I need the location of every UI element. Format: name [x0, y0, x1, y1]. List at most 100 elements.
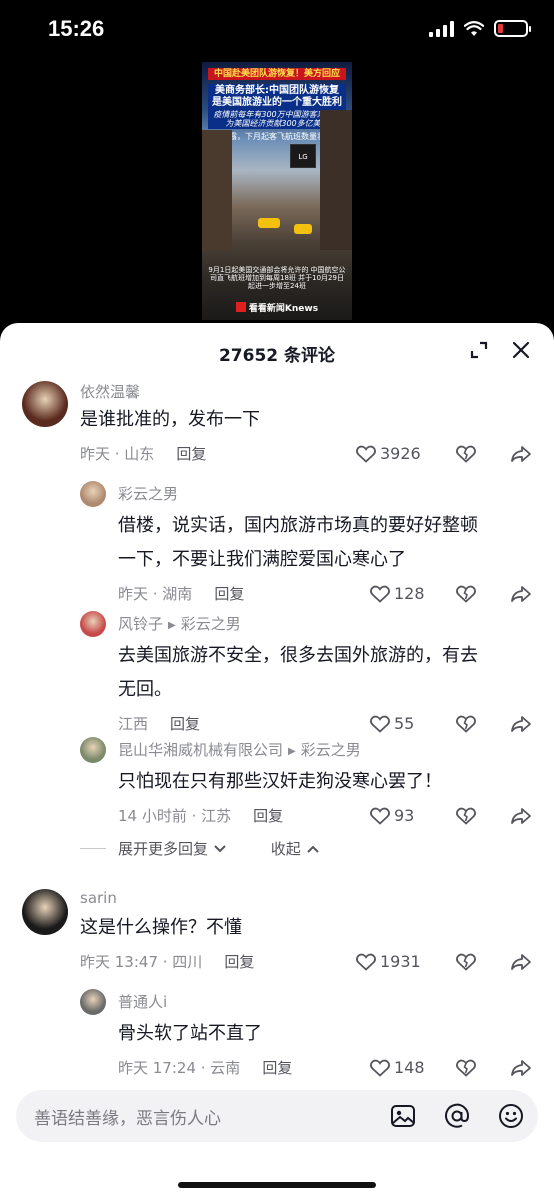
comment-text: 无回。: [118, 679, 172, 700]
home-indicator: [178, 1182, 376, 1188]
reply-button[interactable]: 回复: [224, 953, 254, 971]
avatar[interactable]: [22, 381, 68, 427]
comment-meta: 昨天 · 山东 回复: [80, 443, 206, 464]
comment-text: 骨头软了站不直了: [118, 1023, 262, 1044]
comment-time-location: 昨天 · 湖南: [118, 585, 193, 603]
reply-button[interactable]: 回复: [262, 1059, 292, 1077]
dislike-icon[interactable]: [456, 445, 476, 467]
dislike-icon[interactable]: [456, 953, 476, 975]
reply-to-username[interactable]: 彩云之男: [301, 741, 361, 759]
avatar[interactable]: [80, 481, 106, 507]
comment-sheet-header: 27652 条评论: [0, 323, 554, 379]
comment-meta: 昨天 13:47 · 四川 回复: [80, 951, 254, 972]
comment-time-location: 昨天 · 山东: [80, 445, 155, 463]
like-button[interactable]: 93: [370, 806, 414, 825]
comment-time-location: 昨天 13:47 · 四川: [80, 953, 203, 971]
heart-icon: [370, 715, 390, 733]
like-button[interactable]: 1931: [356, 952, 421, 971]
comment-text: 只怕现在只有那些汉奸走狗没寒心罢了！: [118, 771, 442, 792]
billboard-sign: LG: [290, 144, 316, 168]
expand-more-replies-button[interactable]: 展开更多回复: [118, 838, 227, 859]
comment-meta: 江西 回复: [118, 713, 200, 734]
wifi-icon: [464, 20, 484, 36]
comment-username[interactable]: sarin: [80, 889, 117, 907]
video-headline: 美商务部长:中国团队游恢复 是美国旅游业的一个重大胜利: [208, 84, 346, 109]
expand-icon[interactable]: [468, 339, 490, 361]
dislike-icon[interactable]: [456, 715, 476, 737]
reply-arrow-icon: ▶: [288, 746, 296, 757]
divider: [80, 848, 106, 849]
heart-icon: [370, 807, 390, 825]
comment-meta: 昨天 · 湖南 回复: [118, 583, 244, 604]
share-icon[interactable]: [510, 445, 532, 467]
dislike-icon[interactable]: [456, 585, 476, 607]
comment-text: 是谁批准的，发布一下: [80, 409, 260, 430]
like-count: 128: [394, 584, 425, 603]
comment-meta: 昨天 17:24 · 云南 回复: [118, 1057, 292, 1078]
dislike-icon[interactable]: [456, 807, 476, 829]
comment-text: 借楼，说实话，国内旅游市场真的要好好整顿: [118, 515, 478, 536]
reply-controls: 展开更多回复 收起: [80, 838, 320, 859]
dislike-icon[interactable]: [456, 1059, 476, 1081]
username-text[interactable]: 风铃子: [118, 615, 163, 633]
share-icon[interactable]: [510, 953, 532, 975]
reply-button[interactable]: 回复: [214, 585, 244, 603]
heart-icon: [370, 1059, 390, 1077]
comment-username[interactable]: 彩云之男: [118, 483, 178, 504]
status-bar: 15:26: [0, 0, 554, 62]
reply-button[interactable]: 回复: [176, 445, 206, 463]
comment-text: 一下，不要让我们满腔爱国心寒心了: [118, 549, 406, 570]
like-count: 55: [394, 714, 415, 733]
reply-button[interactable]: 回复: [253, 807, 283, 825]
comment-text: 这是什么操作？不懂: [80, 917, 242, 938]
brand-name: 看看新闻Knews: [248, 304, 319, 314]
username-text[interactable]: sarin: [80, 889, 117, 907]
collapse-replies-button[interactable]: 收起: [271, 838, 320, 859]
image-icon[interactable]: [390, 1103, 416, 1129]
avatar[interactable]: [80, 989, 106, 1015]
like-count: 93: [394, 806, 415, 825]
comment-username[interactable]: 昆山华湘威机械有限公司 ▶ 彩云之男: [118, 739, 361, 760]
comment-time-location: 江西: [118, 715, 149, 733]
share-icon[interactable]: [510, 1059, 532, 1081]
comment-text: 去美国旅游不安全，很多去国外旅游的，有去: [118, 645, 478, 666]
comment-username[interactable]: 风铃子 ▶ 彩云之男: [118, 613, 241, 634]
heart-icon: [356, 953, 376, 971]
username-text[interactable]: 昆山华湘威机械有限公司: [118, 741, 283, 759]
comment-sheet: 27652 条评论 依然温馨 是谁批准的，发布一下 昨天 · 山东 回复 3926 彩云之…: [0, 323, 554, 1200]
username-text[interactable]: 依然温馨: [80, 383, 140, 401]
comment-time-location: 昨天 17:24 · 云南: [118, 1059, 241, 1077]
emoji-icon[interactable]: [498, 1103, 524, 1129]
comment-username[interactable]: 普通人i: [118, 991, 167, 1012]
battery-icon: [494, 20, 531, 37]
status-time: 15:26: [48, 16, 105, 41]
like-button[interactable]: 55: [370, 714, 414, 733]
like-button[interactable]: 3926: [356, 444, 421, 463]
comment-time-location: 14 小时前 · 江苏: [118, 807, 232, 825]
comment-input[interactable]: 善语结善缘，恶言伤人心: [16, 1090, 538, 1142]
username-text[interactable]: 普通人i: [118, 993, 167, 1011]
share-icon[interactable]: [510, 585, 532, 607]
reply-to-username[interactable]: 彩云之男: [181, 615, 241, 633]
cellular-signal-icon: [429, 20, 454, 37]
share-icon[interactable]: [510, 807, 532, 829]
reply-button[interactable]: 回复: [170, 715, 200, 733]
avatar[interactable]: [80, 611, 106, 637]
comment-input-placeholder: 善语结善缘，恶言伤人心: [34, 1109, 221, 1129]
heart-icon: [356, 445, 376, 463]
like-button[interactable]: 148: [370, 1058, 425, 1077]
avatar[interactable]: [22, 889, 68, 935]
like-button[interactable]: 128: [370, 584, 425, 603]
mention-icon[interactable]: [444, 1103, 470, 1129]
like-count: 148: [394, 1058, 425, 1077]
share-icon[interactable]: [510, 715, 532, 737]
username-text[interactable]: 彩云之男: [118, 485, 178, 503]
video-banner-top: 中国赴美团队游恢复！美方回应: [208, 68, 346, 81]
avatar[interactable]: [80, 737, 106, 763]
chevron-down-icon: [214, 845, 226, 853]
video-caption: 9月1日起美国交通部会将允许的 中国航空公司直飞航班增加到每周18班 并于10月…: [208, 265, 346, 290]
close-icon[interactable]: [510, 339, 532, 361]
video-preview[interactable]: 中国赴美团队游恢复！美方回应 美商务部长:中国团队游恢复 是美国旅游业的一个重大…: [202, 62, 352, 320]
comment-meta: 14 小时前 · 江苏 回复: [118, 805, 283, 826]
comment-username[interactable]: 依然温馨: [80, 381, 140, 402]
